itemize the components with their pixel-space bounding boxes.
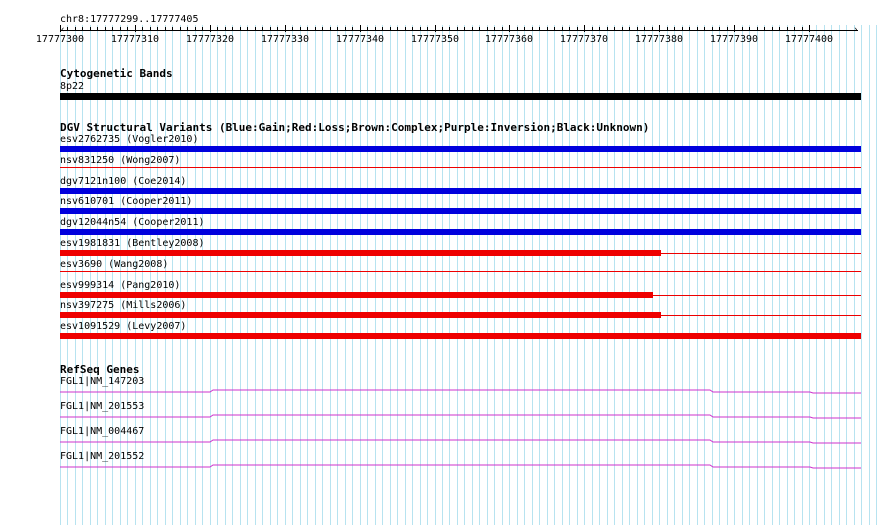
gene-line [60, 464, 861, 469]
refseq-gene-model[interactable] [0, 0, 890, 525]
genome-browser-view: chr8:17777299..17777405 ‹ › 17777300 1777… [0, 0, 890, 525]
